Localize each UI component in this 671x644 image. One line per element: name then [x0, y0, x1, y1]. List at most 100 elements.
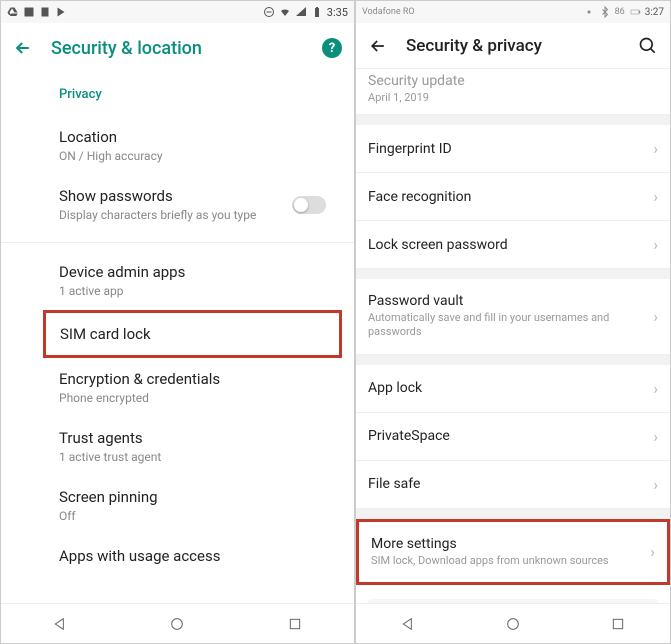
group-divider: [356, 269, 670, 279]
item-subtitle: Phone encrypted: [59, 391, 340, 405]
clock-text: 3:35: [327, 6, 348, 19]
item-subtitle: Off: [59, 509, 340, 523]
item-face-recognition[interactable]: Face recognition ›: [356, 173, 670, 221]
battery-percent: 86: [615, 7, 625, 17]
chevron-right-icon: ›: [653, 475, 658, 494]
navigation-bar: [356, 603, 670, 643]
item-screen-pinning[interactable]: Screen pinning Off: [1, 476, 354, 535]
item-title: More settings: [371, 536, 650, 552]
divider: [1, 242, 354, 243]
item-encryption[interactable]: Encryption & credentials Phone encrypted: [1, 358, 354, 417]
bluetooth-icon: [599, 6, 611, 18]
group-divider: [356, 355, 670, 365]
wifi-icon: [279, 6, 291, 18]
search-icon[interactable]: [638, 36, 658, 56]
clock-text: 3:27: [645, 7, 664, 18]
item-private-space[interactable]: PrivateSpace ›: [356, 413, 670, 461]
item-security-update-partial[interactable]: Security update April 1, 2019: [356, 69, 670, 115]
item-title: App lock: [368, 380, 653, 396]
item-fingerprint[interactable]: Fingerprint ID ›: [356, 125, 670, 173]
status-system-icons: 86 3:27: [583, 6, 664, 18]
chevron-right-icon: ›: [653, 235, 658, 254]
item-title: SIM card lock: [60, 325, 325, 343]
item-subtitle: ON / High accuracy: [59, 149, 340, 163]
page-title: Security & privacy: [406, 36, 542, 56]
item-title: Fingerprint ID: [368, 141, 653, 157]
item-title: Security update: [368, 73, 658, 89]
doc-icon: [39, 6, 51, 18]
navigation-bar: [1, 603, 354, 643]
carrier-text: Vodafone RO: [362, 7, 415, 17]
nav-back-icon[interactable]: [400, 616, 416, 632]
settings-list: Privacy Location ON / High accuracy Show…: [1, 73, 354, 603]
nav-back-icon[interactable]: [52, 616, 68, 632]
item-more-settings[interactable]: More settings SIM lock, Download apps fr…: [359, 522, 667, 582]
item-title: Face recognition: [368, 189, 653, 205]
item-lockscreen-password[interactable]: Lock screen password ›: [356, 221, 670, 269]
item-subtitle: April 1, 2019: [368, 91, 658, 104]
app-header: Security & privacy: [356, 23, 670, 69]
battery-icon: [311, 6, 323, 18]
battery-icon: [629, 6, 641, 18]
item-subtitle: Automatically save and fill in your user…: [368, 311, 653, 340]
status-notification-icons: [7, 6, 67, 18]
item-apps-usage-access[interactable]: Apps with usage access: [1, 535, 354, 577]
nav-recents-icon[interactable]: [610, 616, 626, 632]
item-subtitle: Display characters briefly as you type: [59, 208, 256, 222]
signal-icon: [295, 6, 307, 18]
chevron-right-icon: ›: [650, 542, 655, 561]
page-title: Security & location: [51, 38, 202, 59]
status-bar: 3:35: [1, 1, 354, 23]
item-title: Device admin apps: [59, 263, 340, 281]
item-device-admin[interactable]: Device admin apps 1 active app: [1, 251, 354, 310]
nav-recents-icon[interactable]: [287, 616, 303, 632]
back-icon[interactable]: [368, 36, 388, 56]
help-icon[interactable]: ?: [322, 38, 342, 58]
phone-huawei-emui: Vodafone RO 86 3:27 Security & privacy S…: [355, 0, 671, 644]
item-title: Lock screen password: [368, 237, 653, 253]
chevron-right-icon: ›: [653, 427, 658, 446]
nfc-icon: [583, 6, 595, 18]
app-header: Security & location ?: [1, 23, 354, 73]
item-subtitle: 1 active trust agent: [59, 450, 340, 464]
item-app-lock[interactable]: App lock ›: [356, 365, 670, 413]
item-subtitle: 1 active app: [59, 284, 340, 298]
back-icon[interactable]: [13, 38, 33, 58]
highlighted-sim-lock: SIM card lock: [43, 310, 342, 358]
item-password-vault[interactable]: Password vault Automatically save and fi…: [356, 279, 670, 355]
chevron-right-icon: ›: [653, 139, 658, 158]
chevron-right-icon: ›: [653, 307, 658, 326]
section-header-privacy: Privacy: [1, 73, 354, 116]
group-divider: [356, 115, 670, 125]
item-title: Screen pinning: [59, 488, 340, 506]
item-title: File safe: [368, 476, 653, 492]
item-sim-card-lock[interactable]: SIM card lock: [46, 313, 339, 355]
do-not-disturb-icon: [263, 6, 275, 18]
settings-list: Security update April 1, 2019 Fingerprin…: [356, 69, 670, 603]
play-icon: [55, 6, 67, 18]
drive-icon: [7, 6, 19, 18]
item-title: Encryption & credentials: [59, 370, 340, 388]
item-title: Trust agents: [59, 429, 340, 447]
toggle-switch[interactable]: [292, 196, 326, 214]
chevron-right-icon: ›: [653, 379, 658, 398]
item-show-passwords[interactable]: Show passwords Display characters briefl…: [1, 175, 354, 234]
item-location[interactable]: Location ON / High accuracy: [1, 116, 354, 175]
item-title: Apps with usage access: [59, 547, 340, 565]
item-file-safe[interactable]: File safe ›: [356, 461, 670, 509]
item-title: Show passwords: [59, 187, 256, 205]
chevron-right-icon: ›: [653, 187, 658, 206]
image-icon: [23, 6, 35, 18]
item-title: Password vault: [368, 293, 653, 309]
nav-home-icon[interactable]: [169, 616, 185, 632]
highlighted-more-settings: More settings SIM lock, Download apps fr…: [356, 519, 670, 585]
item-title: PrivateSpace: [368, 428, 653, 444]
status-bar: Vodafone RO 86 3:27: [356, 1, 670, 23]
group-divider: [356, 509, 670, 519]
item-title: Location: [59, 128, 340, 146]
item-subtitle: SIM lock, Download apps from unknown sou…: [371, 554, 650, 568]
phone-stock-android: 3:35 Security & location ? Privacy Locat…: [0, 0, 355, 644]
nav-home-icon[interactable]: [505, 616, 521, 632]
status-system-icons: 3:35: [263, 6, 348, 19]
item-trust-agents[interactable]: Trust agents 1 active trust agent: [1, 417, 354, 476]
